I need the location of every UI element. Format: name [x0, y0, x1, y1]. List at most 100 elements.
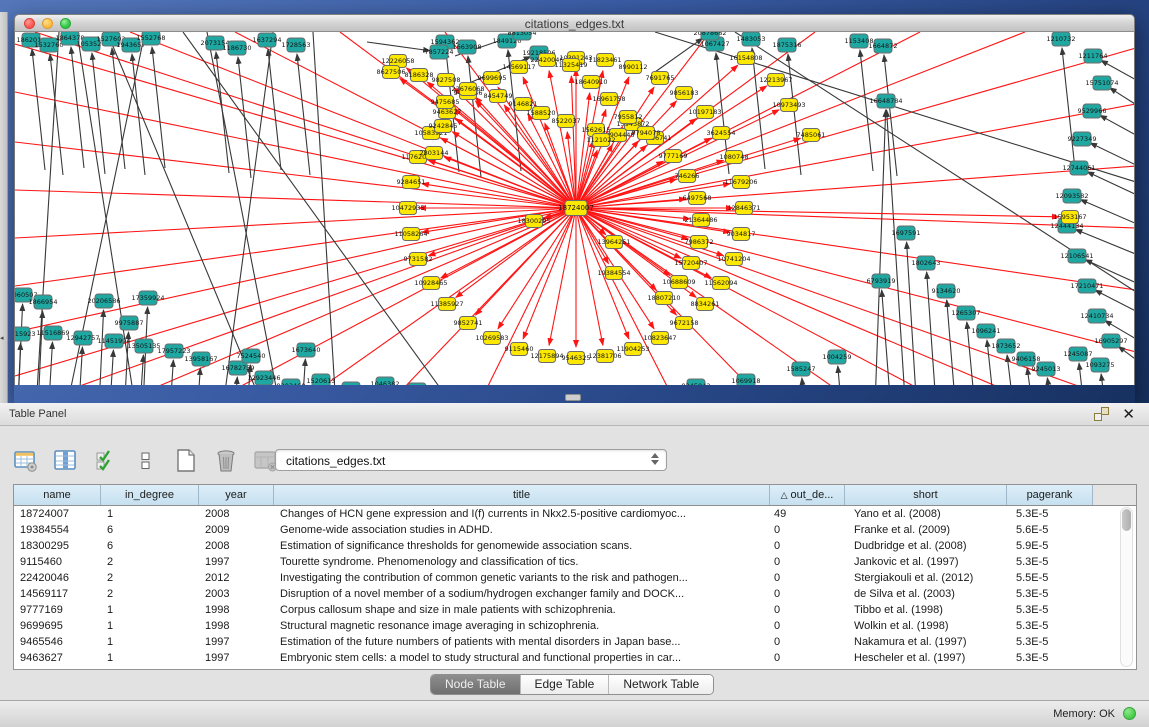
cell-short[interactable]: Jankovic et al. (1997) [845, 554, 1007, 570]
cell-in-degree[interactable]: 2 [101, 586, 199, 602]
graph-edge[interactable] [15, 190, 576, 208]
table-row[interactable]: 1456911722003Disruption of a novel membe… [14, 586, 1136, 602]
table-scrollbar-thumb[interactable] [1122, 509, 1131, 531]
cell-pagerank[interactable]: 5.3E-5 [1007, 650, 1093, 666]
cell-year[interactable]: 2008 [199, 538, 274, 554]
cell-year[interactable]: 2003 [199, 586, 274, 602]
delete-column-icon[interactable] [212, 447, 240, 475]
close-panel-icon[interactable]: ✕ [1122, 405, 1135, 423]
cell-name[interactable]: 22420046 [14, 570, 101, 586]
cell-title[interactable]: Estimation of the future numbers of pati… [274, 634, 770, 650]
cell-out-de-[interactable]: 0 [770, 618, 845, 634]
table-row[interactable]: 977716911998Corpus callosum shape and si… [14, 602, 1136, 618]
cell-in-degree[interactable]: 6 [101, 538, 199, 554]
graph-edge[interactable] [860, 50, 873, 171]
collapsed-panel-strip[interactable]: ◂ [0, 12, 8, 403]
cell-out-de-[interactable]: 0 [770, 650, 845, 666]
graph-edge[interactable] [152, 47, 165, 168]
network-table-select[interactable]: citations_edges.txt [275, 449, 667, 471]
cell-name[interactable]: 18300295 [14, 538, 101, 554]
table-scrollbar[interactable] [1120, 507, 1133, 667]
cell-title[interactable]: Tourette syndrome. Phenomenology and cla… [274, 554, 770, 570]
cell-short[interactable]: Franke et al. (2009) [845, 522, 1007, 538]
graph-edge[interactable] [367, 42, 430, 51]
cell-in-degree[interactable]: 1 [101, 634, 199, 650]
graph-edge[interactable] [207, 32, 277, 385]
cell-name[interactable]: 9463627 [14, 650, 101, 666]
cell-out-de-[interactable]: 0 [770, 602, 845, 618]
table-row[interactable]: 1938455462009Genome-wide association stu… [14, 522, 1136, 538]
cell-out-de-[interactable]: 0 [770, 586, 845, 602]
graph-edge[interactable] [106, 350, 113, 385]
column-select-icon[interactable] [52, 447, 80, 475]
column-header-name[interactable]: name [14, 485, 101, 505]
table-row[interactable]: 911546021997Tourette syndrome. Phenomeno… [14, 554, 1136, 570]
graph-edge[interactable] [1090, 143, 1135, 179]
cell-name[interactable]: 19384554 [14, 522, 101, 538]
cell-short[interactable]: Dudbridge et al. (2008) [845, 538, 1007, 554]
cell-name[interactable]: 9465546 [14, 634, 101, 650]
cell-pagerank[interactable]: 5.3E-5 [1007, 602, 1093, 618]
cell-title[interactable]: Estimation of significance thresholds fo… [274, 538, 770, 554]
graph-edge[interactable] [297, 54, 310, 175]
cell-pagerank[interactable]: 5.5E-5 [1007, 570, 1093, 586]
network-graph[interactable]: 1862014153276018643781053527152760219436… [15, 32, 1135, 385]
cell-name[interactable]: 18724007 [14, 506, 101, 522]
cell-year[interactable]: 2008 [199, 506, 274, 522]
graph-edge[interactable] [313, 32, 335, 385]
graph-edge[interactable] [15, 343, 21, 385]
cell-title[interactable]: Changes of HCN gene expression and I(f) … [274, 506, 770, 522]
cell-short[interactable]: Hescheler et al. (1997) [845, 650, 1007, 666]
cell-pagerank[interactable]: 5.3E-5 [1007, 554, 1093, 570]
cell-out-de-[interactable]: 0 [770, 522, 845, 538]
graph-edge[interactable] [576, 166, 1135, 208]
memory-status-icon[interactable] [1123, 707, 1136, 720]
cell-year[interactable]: 1997 [199, 554, 274, 570]
cell-short[interactable]: Yano et al. (2008) [845, 506, 1007, 522]
graph-edge[interactable] [15, 208, 576, 286]
cell-title[interactable]: Investigating the contribution of common… [274, 570, 770, 586]
column-header-out-de-[interactable]: △out_de... [770, 485, 845, 505]
new-table-icon[interactable] [172, 447, 200, 475]
cell-year[interactable]: 1997 [199, 650, 274, 666]
table-row[interactable]: 969969511998Structural magnetic resonanc… [14, 618, 1136, 634]
cell-out-de-[interactable]: 0 [770, 538, 845, 554]
cell-in-degree[interactable]: 1 [101, 650, 199, 666]
graph-edge[interactable] [230, 377, 237, 385]
cell-name[interactable]: 9777169 [14, 602, 101, 618]
cell-title[interactable]: Disruption of a novel member of a sodium… [274, 586, 770, 602]
cell-pagerank[interactable]: 5.3E-5 [1007, 506, 1093, 522]
graph-edge[interactable] [96, 310, 104, 385]
graph-edge[interactable] [838, 366, 847, 385]
graph-edge[interactable] [452, 132, 576, 208]
graph-edge[interactable] [32, 49, 45, 170]
cell-short[interactable]: Tibbo et al. (1998) [845, 602, 1007, 618]
column-header-year[interactable]: year [199, 485, 274, 505]
graph-edge[interactable] [1087, 172, 1135, 208]
network-canvas[interactable]: 1862014153276018643781053527152760219436… [14, 32, 1135, 385]
cell-name[interactable]: 9115460 [14, 554, 101, 570]
table-row[interactable]: 946362711997Embryonic stem cells: a mode… [14, 650, 1136, 666]
cell-short[interactable]: Wolkin et al. (1998) [845, 618, 1007, 634]
cell-out-de-[interactable]: 0 [770, 570, 845, 586]
column-header-pagerank[interactable]: pagerank [1007, 485, 1093, 505]
graph-edge[interactable] [1080, 200, 1135, 236]
cell-out-de-[interactable]: 0 [770, 554, 845, 570]
table-row[interactable]: 2242004622012Investigating the contribut… [14, 570, 1136, 586]
graph-edge[interactable] [576, 141, 593, 208]
cell-year[interactable]: 2009 [199, 522, 274, 538]
graph-edge[interactable] [655, 38, 703, 72]
table-settings-icon[interactable] [12, 447, 40, 475]
cell-in-degree[interactable]: 6 [101, 522, 199, 538]
cell-out-de-[interactable]: 49 [770, 506, 845, 522]
cell-year[interactable]: 1998 [199, 618, 274, 634]
collapse-arrow-icon[interactable]: ◂ [0, 335, 4, 342]
table-row[interactable]: 946554611997Estimation of the future num… [14, 634, 1136, 650]
cell-in-degree[interactable]: 1 [101, 506, 199, 522]
cell-title[interactable]: Genome-wide association studies in ADHD. [274, 522, 770, 538]
graph-edge[interactable] [112, 48, 125, 169]
tab-network-table[interactable]: Network Table [609, 675, 713, 694]
cell-year[interactable]: 1998 [199, 602, 274, 618]
network-window[interactable]: citations_edges.txt 18620141532760186437… [14, 14, 1135, 403]
column-header-in-degree[interactable]: in_degree [101, 485, 199, 505]
